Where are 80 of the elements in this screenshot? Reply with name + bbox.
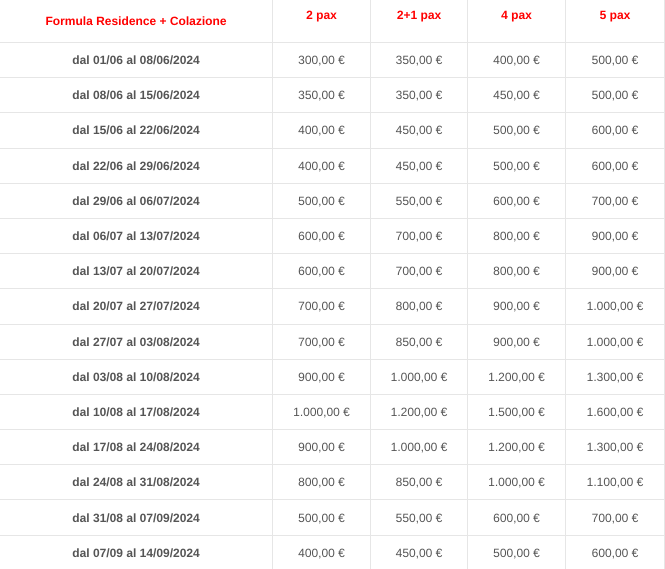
table-cell: 600,00 € (273, 254, 371, 288)
table-cell: dal 08/06 al 15/06/2024 (0, 78, 273, 112)
table-cell: 900,00 € (273, 430, 371, 464)
table-cell: 1.200,00 € (468, 430, 566, 464)
table-cell: 600,00 € (468, 500, 566, 535)
table-cell: 1.000,00 € (566, 324, 665, 359)
column-header: 2+1 pax (371, 0, 468, 42)
table-cell: 900,00 € (566, 254, 665, 288)
column-header: 5 pax (566, 0, 665, 42)
column-header: 2 pax (273, 0, 371, 42)
table-cell: 700,00 € (371, 254, 468, 288)
table-cell: 1.000,00 € (371, 430, 468, 464)
table-cell: 400,00 € (273, 148, 371, 183)
table-cell: dal 24/08 al 31/08/2024 (0, 465, 273, 500)
table-cell: 1.000,00 € (566, 289, 665, 324)
table-cell: 700,00 € (273, 289, 371, 324)
table-cell: 850,00 € (371, 324, 468, 359)
table-cell: dal 01/06 al 08/06/2024 (0, 43, 273, 78)
table-cell: dal 31/08 al 07/09/2024 (0, 500, 273, 535)
table-cell: 1.000,00 € (371, 360, 468, 394)
table-cell: dal 06/07 al 13/07/2024 (0, 218, 273, 254)
table-cell: 800,00 € (468, 254, 566, 288)
table-cell: 1.200,00 € (371, 394, 468, 430)
table-cell: 500,00 € (273, 500, 371, 535)
table-cell: 900,00 € (273, 360, 371, 394)
table-cell: 900,00 € (468, 289, 566, 324)
table-cell: 500,00 € (566, 43, 665, 78)
table-cell: 800,00 € (468, 218, 566, 254)
table-cell: 300,00 € (273, 43, 371, 78)
table-cell: 800,00 € (273, 465, 371, 500)
table-cell: 800,00 € (371, 289, 468, 324)
table-cell: dal 27/07 al 03/08/2024 (0, 324, 273, 359)
table-cell: 400,00 € (468, 43, 566, 78)
table-cell: 700,00 € (273, 324, 371, 359)
table-cell: 500,00 € (273, 184, 371, 218)
table-cell: 600,00 € (566, 113, 665, 148)
table-cell: 700,00 € (371, 218, 468, 254)
table-cell: dal 20/07 al 27/07/2024 (0, 289, 273, 324)
table-cell: 450,00 € (371, 113, 468, 148)
table-cell: 700,00 € (566, 500, 665, 535)
table-cell: 900,00 € (566, 218, 665, 254)
table-cell: 1.300,00 € (566, 430, 665, 464)
table-cell: dal 29/06 al 06/07/2024 (0, 184, 273, 218)
table-cell: 350,00 € (273, 78, 371, 112)
table-cell: 450,00 € (468, 78, 566, 112)
table-cell: 600,00 € (566, 148, 665, 183)
table-cell: 500,00 € (468, 113, 566, 148)
table-cell: 900,00 € (468, 324, 566, 359)
table-cell: 450,00 € (371, 536, 468, 569)
table-cell: 1.000,00 € (273, 394, 371, 430)
table-cell: dal 13/07 al 20/07/2024 (0, 254, 273, 288)
table-cell: 400,00 € (273, 113, 371, 148)
table-cell: dal 15/06 al 22/06/2024 (0, 113, 273, 148)
table-cell: 700,00 € (566, 184, 665, 218)
table-cell: 500,00 € (566, 78, 665, 112)
table-cell: 600,00 € (566, 536, 665, 569)
table-cell: dal 17/08 al 24/08/2024 (0, 430, 273, 464)
table-cell: 1.000,00 € (468, 465, 566, 500)
table-cell: 450,00 € (371, 148, 468, 183)
table-cell: dal 07/09 al 14/09/2024 (0, 536, 273, 569)
table-cell: 1.500,00 € (468, 394, 566, 430)
table-cell: 1.100,00 € (566, 465, 665, 500)
table-cell: 1.200,00 € (468, 360, 566, 394)
column-header: Formula Residence + Colazione (0, 0, 273, 42)
table-cell: dal 10/08 al 17/08/2024 (0, 394, 273, 430)
table-cell: 350,00 € (371, 43, 468, 78)
table-cell: 550,00 € (371, 184, 468, 218)
table-cell: dal 03/08 al 10/08/2024 (0, 360, 273, 394)
column-header: 4 pax (468, 0, 566, 42)
table-cell: 400,00 € (273, 536, 371, 569)
table-cell: 1.600,00 € (566, 394, 665, 430)
table-cell: 550,00 € (371, 500, 468, 535)
table-cell: 500,00 € (468, 148, 566, 183)
table-cell: 500,00 € (468, 536, 566, 569)
table-cell: 1.300,00 € (566, 360, 665, 394)
table-cell: 600,00 € (273, 218, 371, 254)
table-cell: 600,00 € (468, 184, 566, 218)
table-cell: dal 22/06 al 29/06/2024 (0, 148, 273, 183)
table-cell: 850,00 € (371, 465, 468, 500)
table-cell: 350,00 € (371, 78, 468, 112)
